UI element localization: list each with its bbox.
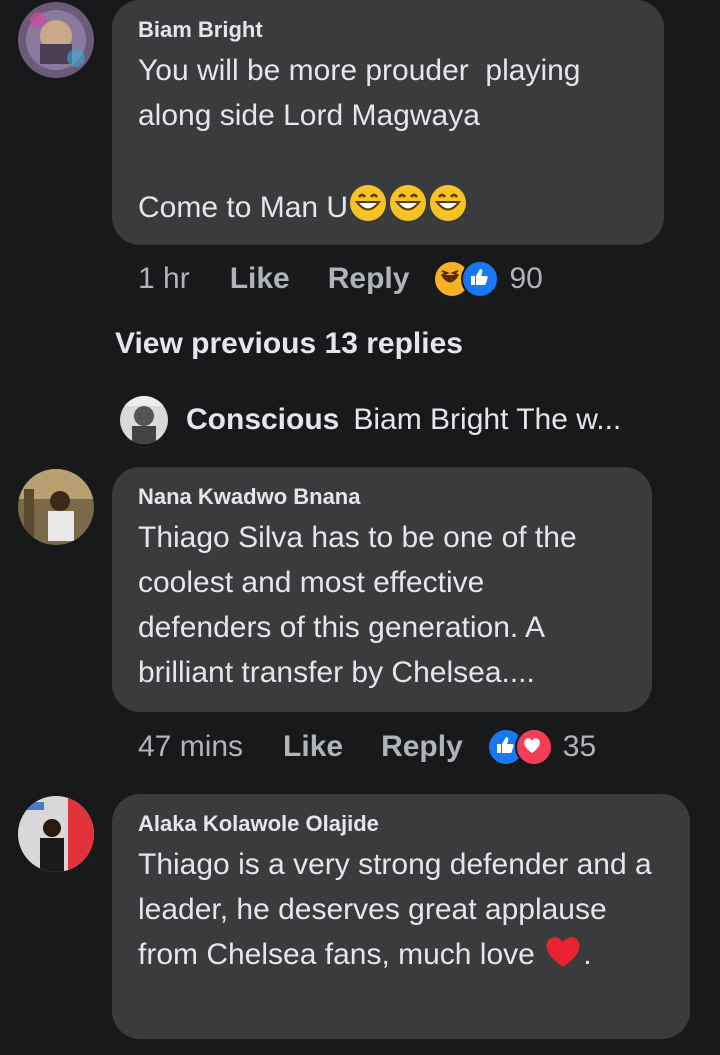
avatar-nana-kwadwo-bnana[interactable] [18, 469, 94, 545]
reply-button[interactable]: Reply [381, 730, 463, 764]
avatar-conscious[interactable] [120, 396, 168, 444]
comment-bubble-1[interactable]: Biam Bright You will be more prouder pla… [112, 0, 664, 245]
avatar-biam-bright[interactable] [18, 2, 94, 78]
like-button[interactable]: Like [283, 730, 343, 764]
red-heart-icon [543, 932, 583, 983]
comment-text: Thiago is a very strong defender and a l… [138, 842, 664, 983]
grinning-face-icon [428, 183, 468, 236]
comment-text-suffix: . [583, 938, 592, 971]
grinning-face-icon [388, 183, 428, 236]
comment-bubble-3[interactable]: Alaka Kolawole Olajide Thiago is a very … [112, 794, 690, 1039]
view-previous-replies-link[interactable]: View previous 13 replies [115, 327, 463, 361]
comment-bubble-2[interactable]: Nana Kwadwo Bnana Thiago Silva has to be… [112, 467, 652, 712]
reply-button[interactable]: Reply [328, 262, 410, 296]
grinning-face-icon [348, 183, 388, 236]
like-button[interactable]: Like [230, 262, 290, 296]
avatar-alaka-kolawole-olajide[interactable] [18, 796, 94, 872]
comment-meta-1: 1 hr Like Reply 90 [138, 259, 543, 299]
reply-author[interactable]: Conscious [186, 403, 339, 437]
reaction-count[interactable]: 35 [563, 730, 596, 764]
reactions-summary[interactable] [433, 260, 500, 298]
comment-time: 47 mins [138, 730, 244, 763]
reply-preview[interactable]: Biam Bright The w... [353, 403, 621, 437]
comment-text: You will be more prouder playing along s… [138, 48, 638, 236]
latest-reply-row[interactable]: Conscious Biam Bright The w... [120, 396, 621, 444]
comment-author[interactable]: Biam Bright [138, 16, 638, 44]
comment-author[interactable]: Nana Kwadwo Bnana [138, 483, 626, 511]
comment-author[interactable]: Alaka Kolawole Olajide [138, 810, 664, 838]
comment-text: Thiago Silva has to be one of the cooles… [138, 521, 585, 689]
comment-meta-2: 47 mins Like Reply 35 [138, 727, 596, 767]
comment-time: 1 hr [138, 262, 190, 295]
love-reaction-icon [514, 728, 553, 766]
like-reaction-icon [461, 260, 500, 298]
reactions-summary[interactable] [486, 728, 553, 766]
reaction-count[interactable]: 90 [509, 262, 542, 296]
